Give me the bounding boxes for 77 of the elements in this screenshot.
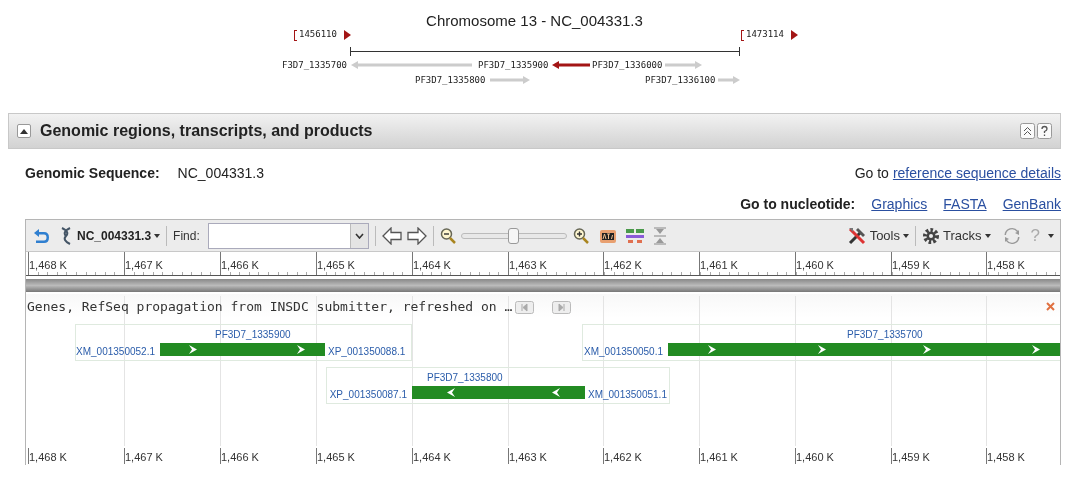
ruler-label: 1,467 K — [125, 258, 163, 273]
ruler-label: 1,463 K — [509, 258, 547, 273]
ruler-label: 1,465 K — [317, 450, 355, 465]
gene-name[interactable]: PF3D7_1335700 — [847, 327, 923, 342]
gene-name[interactable]: PF3D7_1335800 — [427, 370, 503, 385]
gene-label[interactable]: PF3D7_1336000 — [592, 59, 663, 71]
help-icon[interactable] — [1037, 123, 1052, 139]
close-icon[interactable] — [1046, 302, 1055, 311]
gene-arrow[interactable] — [552, 61, 590, 69]
range-position: 1473114 — [746, 28, 784, 41]
range-position: 1456110 — [299, 28, 337, 41]
nucleotide-link[interactable]: GenBank — [1002, 193, 1061, 215]
bracket-icon — [294, 30, 297, 41]
ruler-label: 1,460 K — [796, 258, 834, 273]
transcript-label[interactable]: XP_001350087.1 — [329, 387, 407, 402]
ruler-label: 1,461 K — [700, 450, 738, 465]
ruler-label: 1,468 K — [29, 450, 67, 465]
ruler-label: 1,458 K — [987, 450, 1025, 465]
zoom-in-icon[interactable] — [572, 226, 589, 245]
nucleotide-label: Go to nucleotide: — [740, 194, 856, 214]
transcript-label[interactable]: XM_001350050.1 — [584, 344, 663, 359]
section-title: Genomic regions, transcripts, and products — [40, 121, 373, 141]
ruler-label: 1,467 K — [125, 450, 163, 465]
slider-thumb[interactable] — [508, 227, 520, 244]
caret-icon[interactable] — [1048, 233, 1054, 238]
ruler-label: 1,462 K — [604, 258, 642, 273]
tracks-menu[interactable]: Tracks — [922, 225, 991, 246]
caret-icon[interactable] — [154, 233, 161, 238]
sequence-id: NC_004331.3 — [177, 163, 264, 183]
play-icon[interactable] — [791, 30, 798, 40]
ruler-label: 1,460 K — [796, 450, 834, 465]
hammer-wrench-icon[interactable] — [846, 225, 867, 246]
gene-label[interactable]: F3D7_1335700 — [282, 59, 348, 71]
transcript-label[interactable]: XM_001350051.1 — [588, 387, 667, 402]
pan-right-icon[interactable] — [406, 226, 427, 245]
caret-icon[interactable] — [20, 128, 28, 134]
nucleotide-link[interactable]: Graphics — [871, 193, 928, 215]
ruler-label: 1,462 K — [604, 450, 642, 465]
ruler-label: 1,465 K — [317, 258, 355, 273]
field-label: Genomic Sequence: — [25, 163, 160, 183]
ruler-label: 1,466 K — [221, 258, 259, 273]
link-prefix: Go to — [854, 163, 889, 183]
ruler-label: 1,458 K — [987, 258, 1025, 273]
track-title: Genes, RefSeq propagation from INSDC submitter, refreshed on … — [27, 298, 513, 316]
ruler-label: 1,468 K — [29, 258, 67, 273]
collapse-toggle[interactable] — [17, 124, 31, 138]
tools-menu[interactable]: Tools — [846, 225, 909, 246]
sequence-dropdown[interactable]: NC_004331.3 — [77, 226, 161, 245]
play-icon[interactable] — [344, 30, 351, 40]
ruler-label: 1,463 K — [509, 450, 547, 465]
tracks-layout-icon[interactable] — [624, 226, 645, 245]
ruler-label: 1,464 K — [413, 450, 451, 465]
collapse-all-icon[interactable] — [1020, 123, 1035, 139]
nucleotide-link[interactable]: FASTA — [943, 193, 987, 215]
zoom-slider[interactable] — [460, 227, 567, 244]
ruler-label: 1,466 K — [221, 450, 259, 465]
gene-name[interactable]: PF3D7_1335900 — [215, 327, 291, 342]
chromosome-title: Chromosome 13 - NC_004331.3 — [426, 12, 643, 29]
ruler-label: 1,464 K — [413, 258, 451, 273]
gear-icon[interactable] — [922, 226, 940, 245]
pan-left-icon[interactable] — [381, 226, 402, 245]
reference-link[interactable]: reference sequence details — [892, 162, 1061, 184]
transcript-label[interactable]: XM_001350052.1 — [76, 344, 155, 359]
chevron-down-icon[interactable] — [354, 232, 364, 239]
transcript-label[interactable]: XP_001350088.1 — [328, 344, 406, 359]
zoom-out-icon[interactable] — [439, 226, 456, 245]
caret-icon[interactable] — [903, 233, 909, 238]
ruler-label: 1,459 K — [892, 258, 930, 273]
ruler-label: 1,461 K — [700, 258, 738, 273]
gene-label[interactable]: PF3D7_1336100 — [645, 74, 716, 86]
gene-label[interactable]: PF3D7_1335900 — [478, 59, 549, 71]
gene-label[interactable]: PF3D7_1335800 — [415, 74, 486, 86]
back-icon[interactable] — [32, 227, 50, 244]
find-label: Find: — [173, 227, 200, 245]
bracket-icon — [741, 30, 744, 41]
caret-icon[interactable] — [984, 233, 991, 238]
ruler-label: 1,459 K — [892, 450, 930, 465]
